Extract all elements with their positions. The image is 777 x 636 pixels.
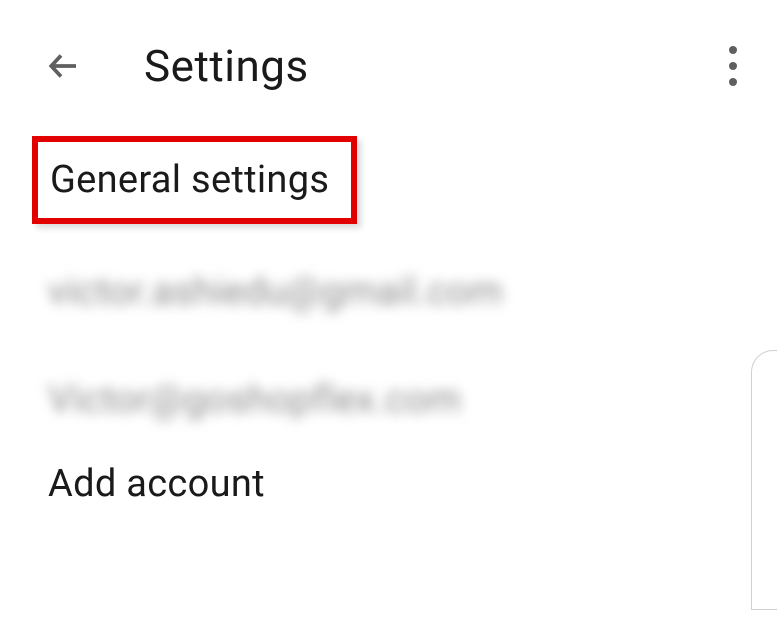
list-item-account[interactable]: Victor@goshopflex.com — [0, 360, 777, 440]
highlight-annotation: General settings — [32, 136, 357, 224]
scrollbar-handle[interactable] — [751, 350, 777, 610]
back-button[interactable] — [42, 44, 86, 88]
more-vert-icon — [729, 46, 737, 54]
list-item-general-settings[interactable]: General settings — [50, 158, 329, 202]
arrow-left-icon — [46, 48, 82, 84]
more-vert-icon — [729, 62, 737, 70]
page-title: Settings — [144, 40, 309, 92]
more-vert-icon — [729, 78, 737, 86]
spacer — [0, 332, 777, 360]
settings-list: General settings victor.ashiedu@gmail.co… — [0, 132, 777, 528]
more-options-button[interactable] — [719, 36, 747, 96]
app-header: Settings — [0, 0, 777, 132]
list-item-add-account[interactable]: Add account — [0, 440, 777, 528]
list-item-account[interactable]: victor.ashiedu@gmail.com — [0, 252, 777, 332]
